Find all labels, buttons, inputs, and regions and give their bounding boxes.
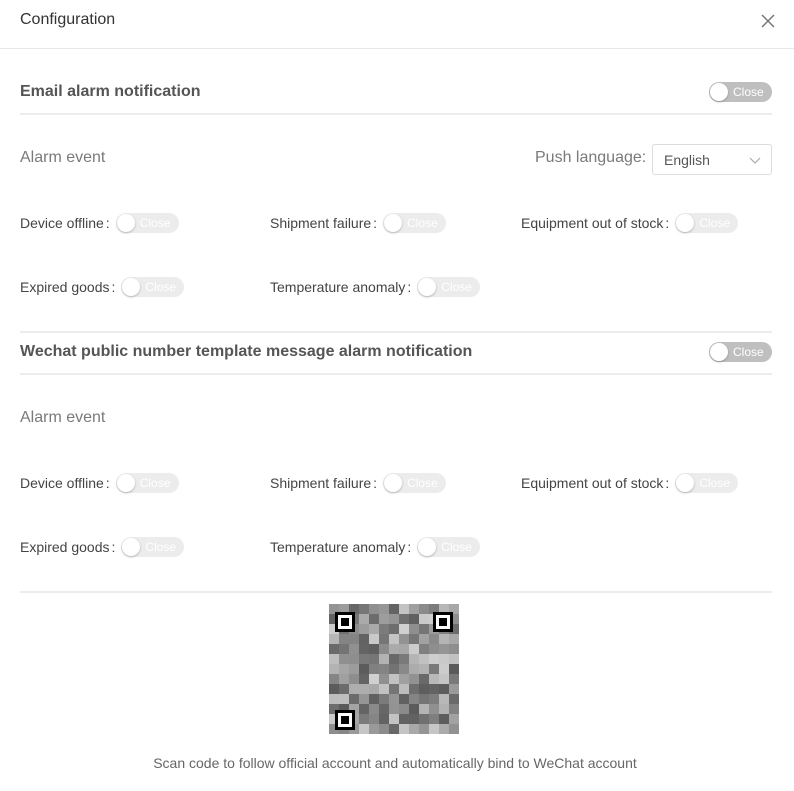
wechat-event-device-offline: Device offline: Close	[20, 472, 179, 494]
wechat-event-expired-goods: Expired goods: Close	[20, 536, 185, 558]
toggle-label: Close	[139, 216, 171, 230]
device-offline-toggle[interactable]: Close	[115, 213, 179, 233]
wechat-event-shipment-failure: Shipment failure: Close	[270, 472, 447, 494]
event-label: Temperature anomaly	[270, 279, 406, 295]
toggle-label: Close	[699, 476, 730, 490]
toggle-label: Close	[145, 540, 177, 554]
wechat-notification-toggle[interactable]: Close	[709, 342, 772, 362]
push-language-value: English	[664, 152, 710, 168]
email-notification-toggle[interactable]: Close	[709, 82, 772, 102]
shipment-failure-toggle[interactable]: Close	[383, 473, 447, 493]
temperature-anomaly-toggle[interactable]: Close	[417, 277, 481, 297]
toggle-knob	[710, 83, 728, 101]
out-of-stock-toggle[interactable]: Close	[675, 473, 739, 493]
event-label: Expired goods	[20, 279, 110, 295]
expired-goods-toggle[interactable]: Close	[121, 537, 185, 557]
event-label: Temperature anomaly	[270, 539, 406, 555]
out-of-stock-toggle[interactable]: Close	[675, 213, 739, 233]
event-label: Equipment out of stock	[521, 215, 664, 231]
wechat-event-out-of-stock: Equipment out of stock: Close	[521, 472, 739, 494]
toggle-knob	[710, 343, 728, 361]
toggle-knob	[116, 474, 135, 492]
toggle-knob	[384, 214, 403, 232]
toggle-label: Close	[145, 280, 177, 294]
divider	[20, 591, 772, 593]
toggle-knob	[122, 538, 141, 556]
toggle-label: Close	[407, 476, 438, 490]
close-icon[interactable]	[758, 11, 778, 31]
event-label: Shipment failure	[270, 475, 372, 491]
toggle-knob	[418, 538, 437, 556]
event-label: Device offline	[20, 215, 104, 231]
qr-caption: Scan code to follow official account and…	[153, 755, 637, 771]
divider	[20, 373, 772, 375]
toggle-knob	[384, 474, 403, 492]
divider	[20, 331, 772, 333]
wechat-section-title: Wechat public number template message al…	[20, 343, 473, 360]
toggle-knob	[116, 214, 135, 232]
toggle-label: Close	[441, 540, 472, 554]
email-event-expired-goods: Expired goods: Close	[20, 276, 185, 298]
push-language-label: Push language:	[535, 149, 647, 166]
toggle-label: Close	[699, 216, 730, 230]
dialog-title: Configuration	[20, 11, 116, 28]
toggle-knob	[418, 278, 437, 296]
email-event-device-offline: Device offline: Close	[20, 212, 179, 234]
toggle-knob	[676, 474, 695, 492]
email-event-out-of-stock: Equipment out of stock: Close	[521, 212, 739, 234]
toggle-label: Close	[139, 476, 171, 490]
toggle-label: Close	[733, 85, 764, 99]
toggle-knob	[122, 278, 141, 296]
event-label: Device offline	[20, 475, 104, 491]
email-event-shipment-failure: Shipment failure: Close	[270, 212, 447, 234]
toggle-label: Close	[407, 216, 438, 230]
device-offline-toggle[interactable]: Close	[115, 473, 179, 493]
push-language-select[interactable]: English	[652, 144, 772, 175]
toggle-knob	[676, 214, 695, 232]
event-label: Shipment failure	[270, 215, 372, 231]
wechat-alarm-event-label: Alarm event	[20, 409, 106, 426]
email-alarm-event-label: Alarm event	[20, 149, 106, 166]
wechat-event-temperature-anomaly: Temperature anomaly: Close	[270, 536, 481, 558]
expired-goods-toggle[interactable]: Close	[121, 277, 185, 297]
temperature-anomaly-toggle[interactable]: Close	[417, 537, 481, 557]
shipment-failure-toggle[interactable]: Close	[383, 213, 447, 233]
event-label: Expired goods	[20, 539, 110, 555]
chevron-down-icon	[749, 157, 761, 164]
divider	[20, 113, 772, 115]
toggle-label: Close	[733, 345, 764, 359]
event-label: Equipment out of stock	[521, 475, 664, 491]
email-section-title: Email alarm notification	[20, 83, 201, 100]
dialog-header: Configuration	[0, 0, 794, 49]
email-event-temperature-anomaly: Temperature anomaly: Close	[270, 276, 481, 298]
wechat-qr-code	[329, 604, 459, 734]
toggle-label: Close	[441, 280, 472, 294]
